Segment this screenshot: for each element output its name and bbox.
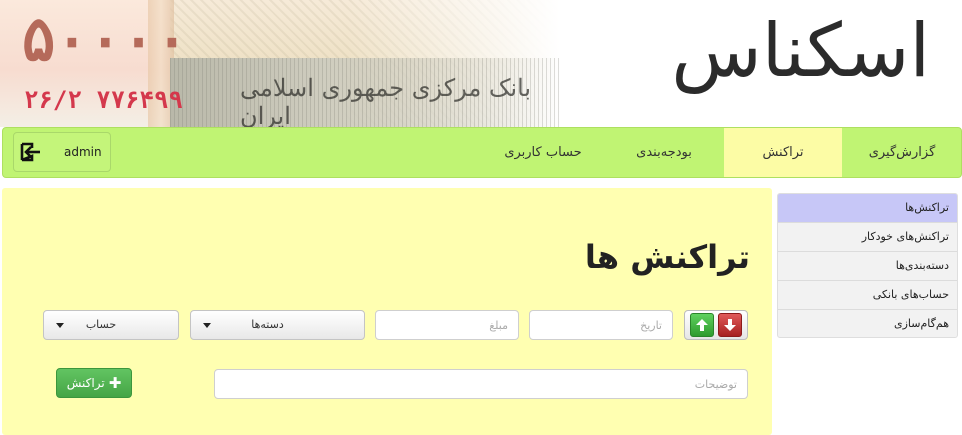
username-label: admin <box>64 145 102 159</box>
nav-item-user-account[interactable]: حساب کاربری <box>483 128 603 177</box>
nav-item-budgeting[interactable]: بودجه‌بندی <box>605 128 723 177</box>
sidebar-item-transactions[interactable]: تراکنش‌ها <box>778 194 957 223</box>
sidebar-menu: تراکنش‌ها تراکنش‌های خودکار دسته‌بندی‌ها… <box>777 193 958 338</box>
sidebar-item-bank-accounts[interactable]: حساب‌های بانکی <box>778 281 957 310</box>
plus-icon: ✚ <box>108 373 122 392</box>
expense-button[interactable] <box>718 313 742 337</box>
sidebar-item-categories[interactable]: دسته‌بندی‌ها <box>778 252 957 281</box>
exit-icon <box>14 133 48 171</box>
date-input[interactable] <box>529 310 673 340</box>
banknote-serial: ۲۶/۲ ۷۷۶۴۹۹ <box>24 86 183 114</box>
arrow-up-icon <box>696 319 708 331</box>
arrow-down-icon <box>724 319 736 331</box>
main-navbar: گزارش‌گیری تراکنش بودجه‌بندی حساب کاربری… <box>2 127 962 178</box>
page-title: تراکنش ها <box>584 238 750 276</box>
banknote-text: بانک مرکزی جمهوری اسلامی ایران <box>240 74 532 127</box>
caret-down-icon <box>203 323 211 328</box>
description-input[interactable] <box>214 369 748 399</box>
income-button[interactable] <box>690 313 714 337</box>
app-logo[interactable]: اسکناس <box>671 14 930 88</box>
nav-item-transactions[interactable]: تراکنش <box>724 128 842 177</box>
header-banner: ۵۰۰۰۰ ۲۶/۲ ۷۷۶۴۹۹ بانک مرکزی جمهوری اسلا… <box>0 0 962 127</box>
sidebar-item-auto-transactions[interactable]: تراکنش‌های خودکار <box>778 223 957 252</box>
add-transaction-label: تراکنش <box>66 376 105 390</box>
nav-item-reports[interactable]: گزارش‌گیری <box>843 128 961 177</box>
caret-down-icon <box>56 323 64 328</box>
category-select-label: دسته‌ها <box>251 318 284 331</box>
user-logout-button[interactable]: admin <box>13 132 111 172</box>
banknote-amount: ۵۰۰۰۰ <box>22 2 191 75</box>
account-select[interactable]: حساب <box>43 310 179 340</box>
add-transaction-button[interactable]: ✚ تراکنش <box>56 368 132 398</box>
transactions-panel: تراکنش ها دسته‌ها حساب ✚ تراکنش <box>2 188 772 435</box>
transaction-direction-toggle <box>684 310 748 340</box>
category-select[interactable]: دسته‌ها <box>190 310 365 340</box>
amount-input[interactable] <box>375 310 519 340</box>
sidebar-item-sync[interactable]: هم‌گام‌سازی <box>778 310 957 337</box>
banknote-image: ۵۰۰۰۰ ۲۶/۲ ۷۷۶۴۹۹ بانک مرکزی جمهوری اسلا… <box>0 0 560 127</box>
